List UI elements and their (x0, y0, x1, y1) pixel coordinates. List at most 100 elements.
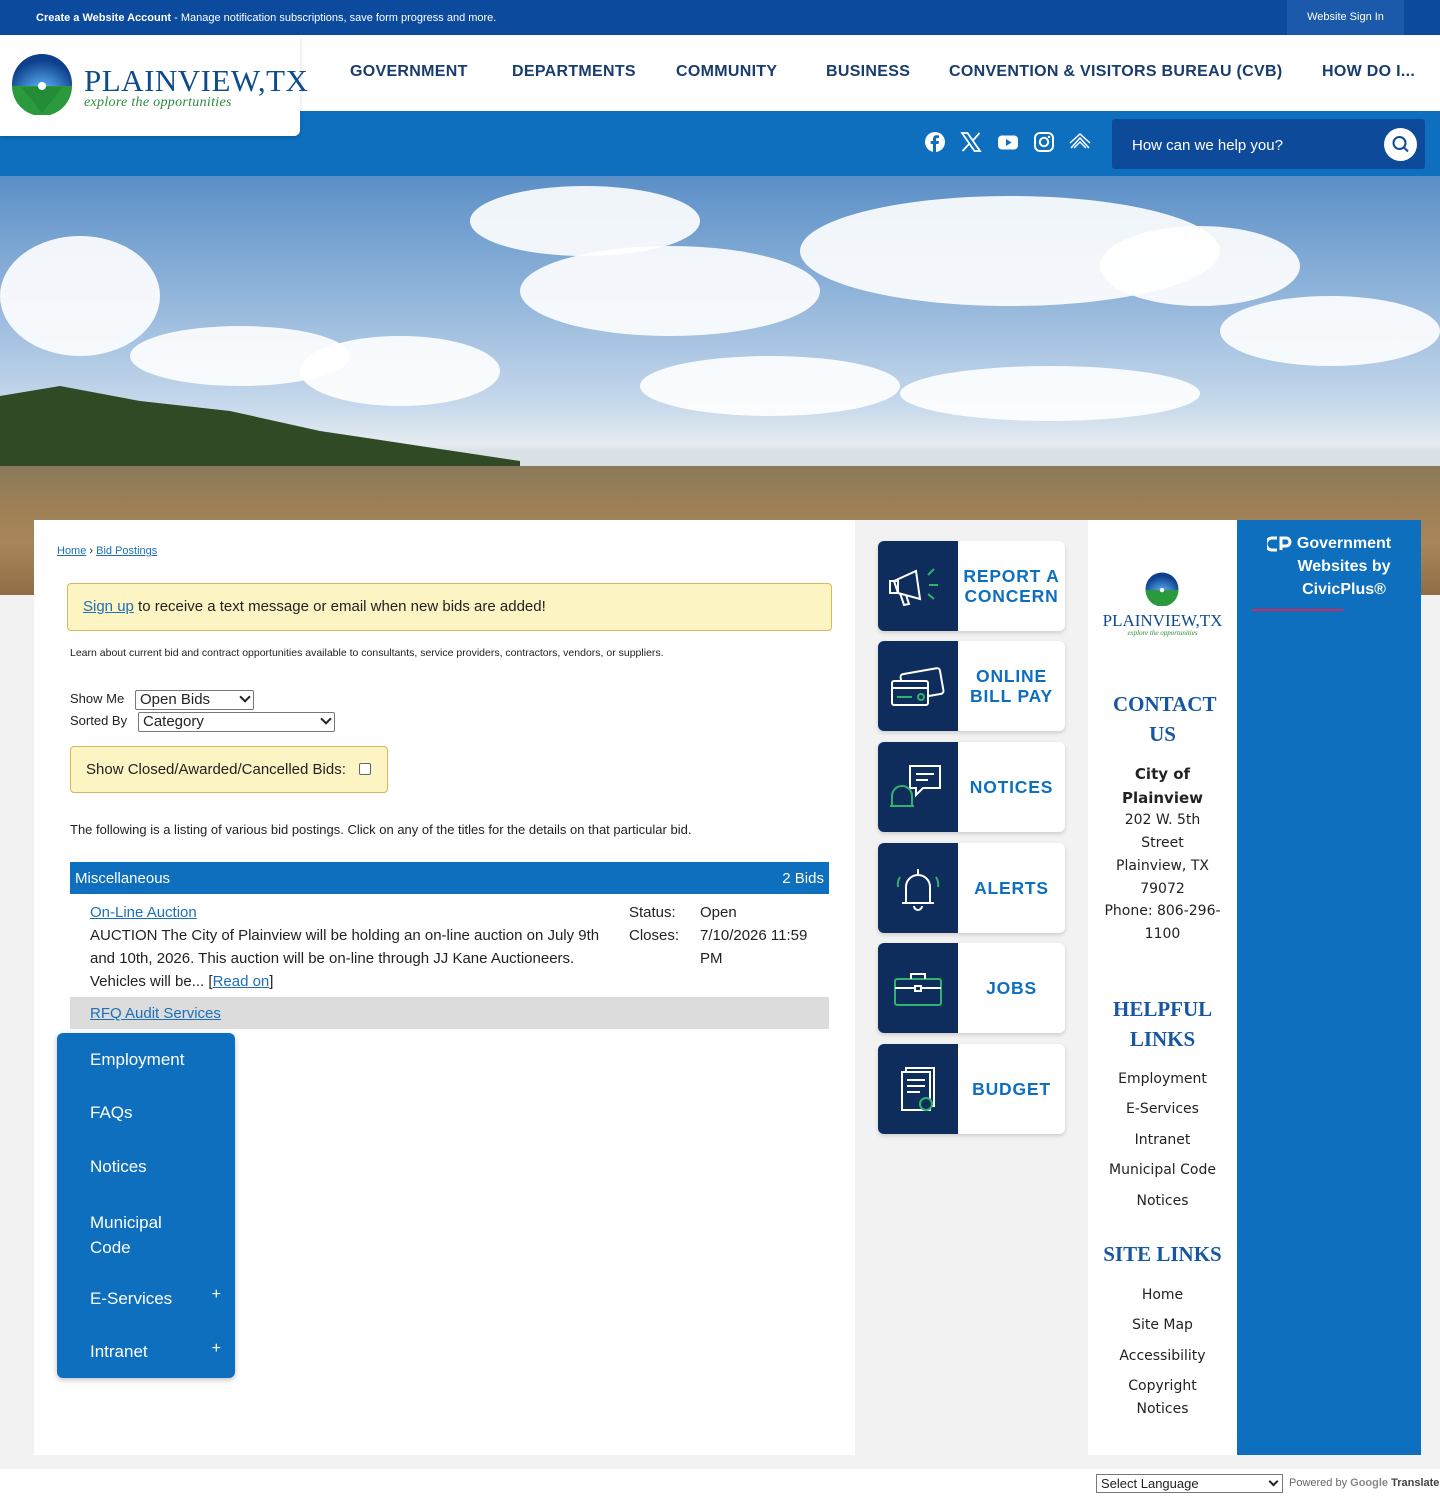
quick-link-label: BUDGET (972, 1079, 1051, 1099)
quick-link-label: ONLINE BILL PAY (970, 666, 1053, 706)
menu-item-employment[interactable]: Employment (90, 1050, 184, 1070)
nav-business[interactable]: BUSINESS (826, 63, 910, 81)
bid-meta-labels: Status: Closes: (629, 901, 679, 947)
quick-link-label: ALERTS (974, 878, 1049, 898)
civicplus-underline (1252, 609, 1343, 611)
powered-by-google: Powered by Google Translate (1289, 1477, 1439, 1489)
site-link-home[interactable]: Home (1088, 1284, 1237, 1307)
language-select[interactable]: Select Language (1096, 1474, 1283, 1493)
x-twitter-icon[interactable] (960, 131, 982, 153)
sorted-by-label: Sorted By (70, 713, 128, 728)
nav-cvb[interactable]: CONVENTION & VISITORS BUREAU (CVB) (949, 63, 1282, 81)
contact-org: City of Plainview (1088, 763, 1237, 811)
read-on-link[interactable]: Read on (213, 973, 270, 990)
signup-text: to receive a text message or email when … (133, 598, 546, 615)
top-utility-bar: Create a Website Account - Manage notifi… (0, 0, 1440, 35)
facebook-icon[interactable] (924, 131, 946, 153)
helpful-links-heading: HELPFUL LINKS (1113, 997, 1213, 1051)
menu-item-municipal-code[interactable]: Municipal Code (90, 1210, 190, 1260)
listing-text: The following is a listing of various bi… (70, 822, 692, 837)
quick-link-label: REPORT A CONCERN (963, 566, 1060, 606)
site-link-site-map[interactable]: Site Map (1088, 1314, 1237, 1337)
bid-title-link[interactable]: On-Line Auction (90, 904, 197, 921)
chevron-down-icon (1268, 1476, 1279, 1487)
quick-link-alerts[interactable]: ALERTS (878, 843, 1065, 933)
sunrise-logo-icon (1145, 572, 1179, 606)
helpful-link-municipal-code[interactable]: Municipal Code (1088, 1159, 1237, 1182)
nav-government[interactable]: GOVERNMENT (350, 63, 468, 81)
search-button[interactable] (1384, 128, 1417, 161)
megaphone-icon-box (878, 541, 958, 631)
expand-icon[interactable]: + (212, 1286, 221, 1304)
megaphone-icon (889, 568, 938, 607)
alert-feed-icon[interactable] (1069, 131, 1091, 153)
show-me-select[interactable]: Open Bids (135, 690, 254, 710)
logo-brand-text: PLAINVIEW,TX (84, 63, 309, 98)
instagram-icon[interactable] (1033, 131, 1055, 153)
helpful-link-notices[interactable]: Notices (1088, 1190, 1237, 1213)
bid-meta-values: Open 7/10/2026 11:59 PM (700, 901, 820, 970)
contact-org-name: City of Plainview (1121, 765, 1204, 807)
breadcrumb-bid-postings[interactable]: Bid Postings (96, 545, 157, 557)
sorted-by-value: Category (143, 713, 204, 730)
helpful-link-intranet[interactable]: Intranet (1088, 1129, 1237, 1152)
notices-icon-box (878, 742, 958, 832)
menu-item-e-services[interactable]: E-Services (90, 1289, 172, 1309)
document-dollar-icon (901, 1067, 935, 1111)
show-me-label: Show Me (70, 691, 125, 706)
card-icon-box (878, 641, 958, 731)
show-closed-filter: Show Closed/Awarded/Cancelled Bids: (70, 746, 388, 793)
quick-link-online-bill-pay[interactable]: ONLINE BILL PAY (878, 641, 1065, 731)
nav-how-do-i[interactable]: HOW DO I... (1322, 63, 1415, 81)
credit-card-icon (891, 667, 945, 706)
helpful-link-e-services[interactable]: E-Services (1088, 1098, 1237, 1121)
menu-item-notices[interactable]: Notices (90, 1157, 147, 1177)
signup-link[interactable]: Sign up (83, 598, 134, 615)
menu-item-intranet[interactable]: Intranet (90, 1342, 148, 1362)
quick-link-budget[interactable]: BUDGET (878, 1044, 1065, 1134)
show-closed-checkbox[interactable] (359, 763, 371, 775)
account-message: Create a Website Account - Manage notifi… (36, 12, 496, 24)
quick-link-label: JOBS (986, 978, 1037, 998)
status-label: Status: (629, 904, 676, 921)
category-header: Miscellaneous 2 Bids (70, 862, 829, 894)
helpful-link-employment[interactable]: Employment (1088, 1068, 1237, 1091)
site-link-copyright[interactable]: Copyright Notices (1088, 1375, 1237, 1421)
contact-phone: Phone: 806-296-1100 (1104, 903, 1221, 942)
bid-title-link[interactable]: RFQ Audit Services (90, 1005, 221, 1022)
breadcrumb-home[interactable]: Home (57, 545, 86, 557)
nav-community[interactable]: COMMUNITY (676, 63, 777, 81)
category-count: 2 Bids (782, 870, 824, 887)
quick-link-report-concern[interactable]: REPORT A CONCERN (878, 541, 1065, 631)
search-input[interactable] (1132, 134, 1382, 156)
alerts-icon-box (878, 843, 958, 933)
language-select-value: Select Language (1101, 1476, 1199, 1491)
powered-by-label: Powered by (1289, 1477, 1348, 1489)
sorted-by-select[interactable]: Category (138, 712, 335, 732)
chevron-down-icon (320, 713, 332, 725)
site-logo[interactable]: PLAINVIEW,TX explore the opportunities (0, 35, 308, 136)
main-navigation: GOVERNMENT DEPARTMENTS COMMUNITY BUSINES… (330, 35, 1440, 111)
civicplus-link[interactable]: Government Websites by CivicPlus® (1237, 532, 1421, 601)
bid-item: On-Line Auction AUCTION The City of Plai… (90, 904, 600, 990)
secondary-menu: Employment FAQs Notices Municipal Code E… (57, 1033, 235, 1378)
bid-item: RFQ Audit Services (70, 997, 829, 1029)
account-description: - Manage notification subscriptions, sav… (171, 12, 497, 24)
expand-icon[interactable]: + (212, 1340, 221, 1358)
bid-description: AUCTION The City of Plainview will be ho… (90, 927, 600, 990)
quick-link-notices[interactable]: NOTICES (878, 742, 1065, 832)
nav-departments[interactable]: DEPARTMENTS (512, 63, 636, 81)
google-logo-text: Google (1350, 1477, 1389, 1489)
show-me-value: Open Bids (140, 691, 211, 708)
website-sign-in-button[interactable]: Website Sign In (1287, 0, 1404, 35)
contact-column: PLAINVIEW,TX explore the opportunities C… (1088, 520, 1237, 1455)
category-name: Miscellaneous (75, 870, 171, 887)
site-link-accessibility[interactable]: Accessibility (1088, 1345, 1237, 1368)
logo-tagline: explore the opportunities (84, 95, 232, 110)
quick-link-jobs[interactable]: JOBS (878, 943, 1065, 1033)
briefcase-icon (894, 973, 942, 1006)
menu-item-faqs[interactable]: FAQs (90, 1103, 133, 1123)
youtube-icon[interactable] (997, 131, 1019, 153)
create-account-link[interactable]: Create a Website Account (36, 12, 171, 24)
translate-link[interactable]: Translate (1391, 1477, 1439, 1489)
